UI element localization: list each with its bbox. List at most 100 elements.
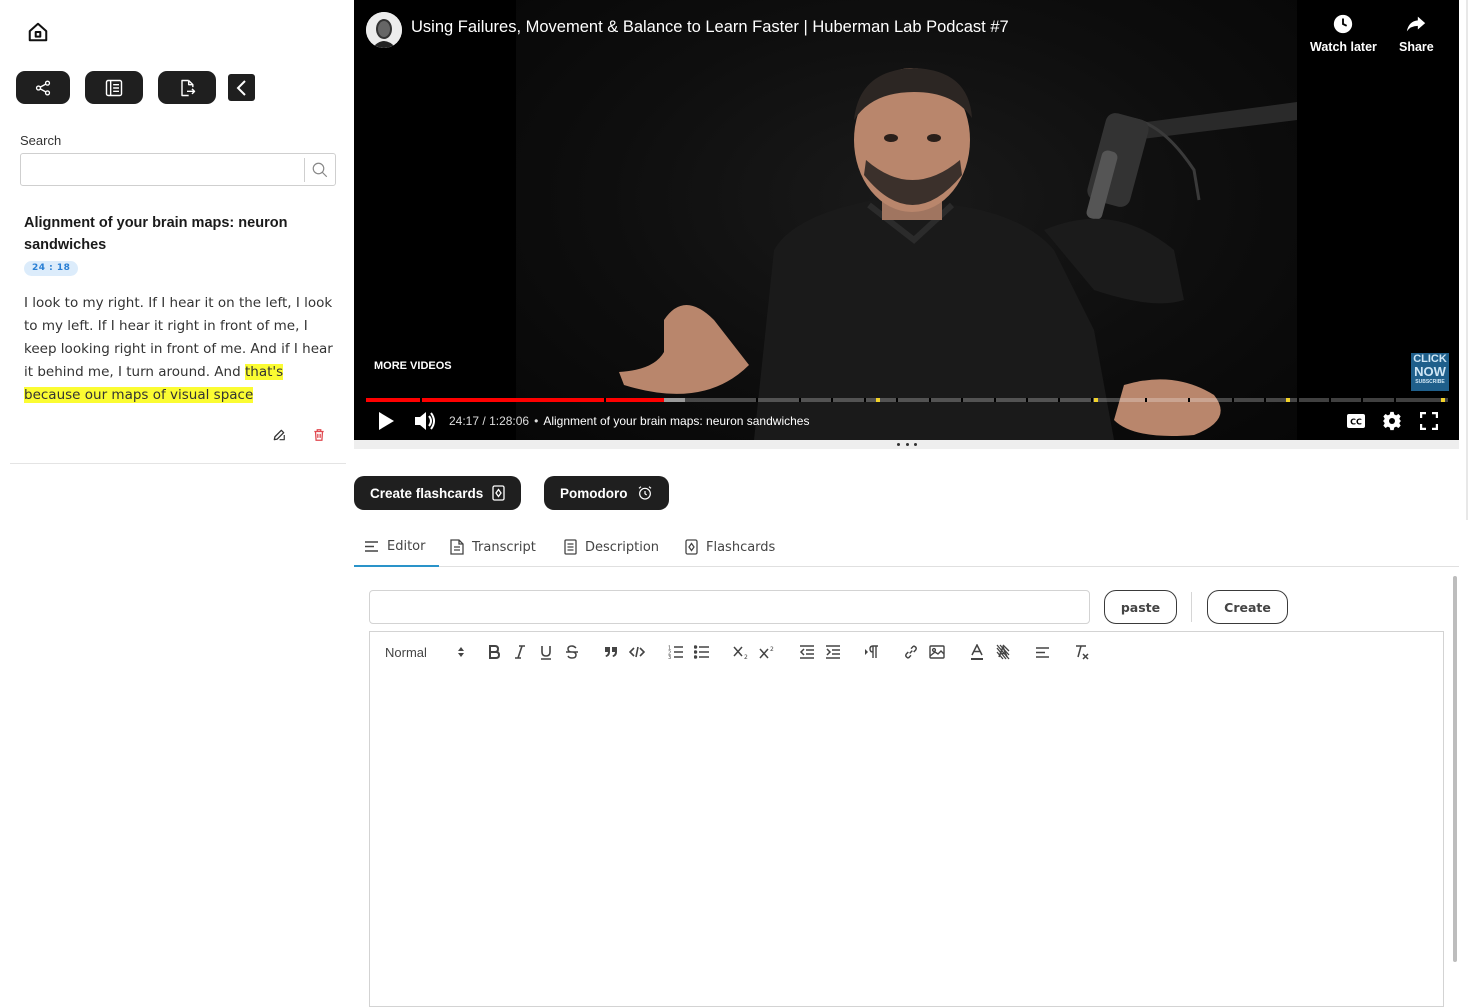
notes-icon [105,79,123,96]
quote-icon [605,647,617,657]
channel-avatar[interactable] [366,12,402,48]
search-input[interactable] [21,154,304,185]
create-flashcards-button[interactable]: Create flashcards [354,476,522,510]
code-icon [629,646,645,658]
share-button[interactable] [16,71,70,104]
text-color-button[interactable] [969,642,985,662]
resize-handle[interactable] [897,440,917,449]
edit-note-button[interactable] [270,426,288,444]
note-card: Alignment of your brain maps: neuron san… [10,200,346,464]
time-display: 24:17 / 1:28:06 • Alignment of your brain … [449,414,810,428]
watch-later-button[interactable]: Watch later [1310,12,1377,54]
chapter-title[interactable]: Alignment of your brain maps: neuron san… [543,414,809,428]
video-player[interactable]: Using Failures, Movement & Balance to Le… [354,0,1459,440]
chapter-gap [604,398,606,402]
ordered-list-button[interactable]: 123 [668,642,684,662]
share-video-button[interactable]: Share [1399,12,1434,54]
captions-button[interactable]: CC [1345,410,1367,432]
superscript-button[interactable]: 2 [759,642,777,662]
note-text: I look to my right. If I hear it on the … [24,295,333,380]
strikethrough-button[interactable] [564,642,580,662]
chapter-gap [929,398,931,402]
subscribe-watermark[interactable]: CLICK NOW SUBSCRIBE [1411,353,1449,391]
watch-later-label: Watch later [1310,40,1377,54]
share-nodes-icon [35,80,51,95]
format-select[interactable]: Normal [385,642,465,662]
tab-transcript-label: Transcript [472,539,536,555]
flashcard-icon [492,485,505,501]
tab-editor[interactable]: Editor [354,527,439,567]
indent-icon [826,645,840,659]
chapter-gap [420,398,422,402]
bullet-list-button[interactable] [694,642,710,662]
search-icon [312,162,328,177]
tab-flashcards-label: Flashcards [706,539,776,555]
settings-button[interactable] [1381,410,1403,432]
tab-flashcards[interactable]: Flashcards [685,527,775,567]
search-button[interactable] [305,154,335,185]
link-button[interactable] [903,642,919,662]
chapter-gap [1361,398,1363,402]
more-videos-link[interactable]: MORE VIDEOS [374,360,452,372]
note-title: Alignment of your brain maps: neuron san… [24,215,288,253]
notes-view-button[interactable] [85,71,143,104]
underline-button[interactable] [538,642,554,662]
chapter-gap [1329,398,1331,402]
note-timestamp-badge[interactable]: 24 : 18 [24,261,79,276]
play-button[interactable] [374,410,398,432]
strikethrough-icon [566,645,578,659]
video-title[interactable]: Using Failures, Movement & Balance to Le… [411,18,1009,37]
chapter-gap [1188,398,1190,402]
volume-icon [415,412,435,430]
highlight-color-icon [996,644,1010,660]
indent-button[interactable] [825,642,841,662]
fullscreen-icon [1420,412,1438,430]
tab-editor-label: Editor [387,538,426,554]
create-note-button[interactable]: Create [1207,590,1288,624]
chapter-gap [1091,398,1093,402]
bold-button[interactable] [486,642,502,662]
text-direction-button[interactable] [864,642,880,662]
image-button[interactable] [929,642,945,662]
export-button[interactable] [158,71,216,104]
delete-note-button[interactable] [310,426,328,444]
chapter-gap [756,398,758,402]
rich-text-editor[interactable] [369,670,1444,1007]
button-divider [1191,592,1192,622]
edit-icon [273,429,285,441]
chapter-gap [1264,398,1266,402]
video-progress-bar[interactable] [366,398,1448,402]
volume-button[interactable] [412,410,438,432]
editor-scrollbar[interactable] [1453,576,1457,962]
code-block-button[interactable] [629,642,645,662]
chapter-gap [994,398,996,402]
chapter-gap [864,398,866,402]
progress-marker [1441,398,1445,402]
svg-text:3: 3 [668,655,671,659]
chapter-gap [1297,398,1299,402]
note-title-input[interactable] [369,590,1090,624]
background-color-button[interactable] [995,642,1011,662]
fullscreen-button[interactable] [1418,410,1440,432]
chapter-gap [1058,398,1060,402]
chapter-gap [896,398,898,402]
blockquote-button[interactable] [603,642,619,662]
collapse-sidebar-button[interactable] [228,74,255,101]
link-icon [905,645,917,659]
time-separator: / [482,414,486,428]
subscript-button[interactable]: 2 [733,642,751,662]
chapter-gap [831,398,833,402]
sidebar: Search Alignment of your brain maps: neu… [0,0,348,1007]
clear-formatting-button[interactable] [1074,642,1090,662]
flashcard-tab-icon [685,539,698,555]
note-body: I look to my right. If I hear it on the … [24,292,336,407]
tab-transcript[interactable]: Transcript [450,527,536,567]
align-button[interactable] [1034,642,1050,662]
outdent-button[interactable] [799,642,815,662]
home-button[interactable] [24,18,52,46]
tab-description[interactable]: Description [564,527,659,567]
pomodoro-button[interactable]: Pomodoro [544,476,669,510]
italic-button[interactable] [512,642,528,662]
paste-button[interactable]: paste [1104,590,1177,624]
progress-marker [1094,398,1098,402]
